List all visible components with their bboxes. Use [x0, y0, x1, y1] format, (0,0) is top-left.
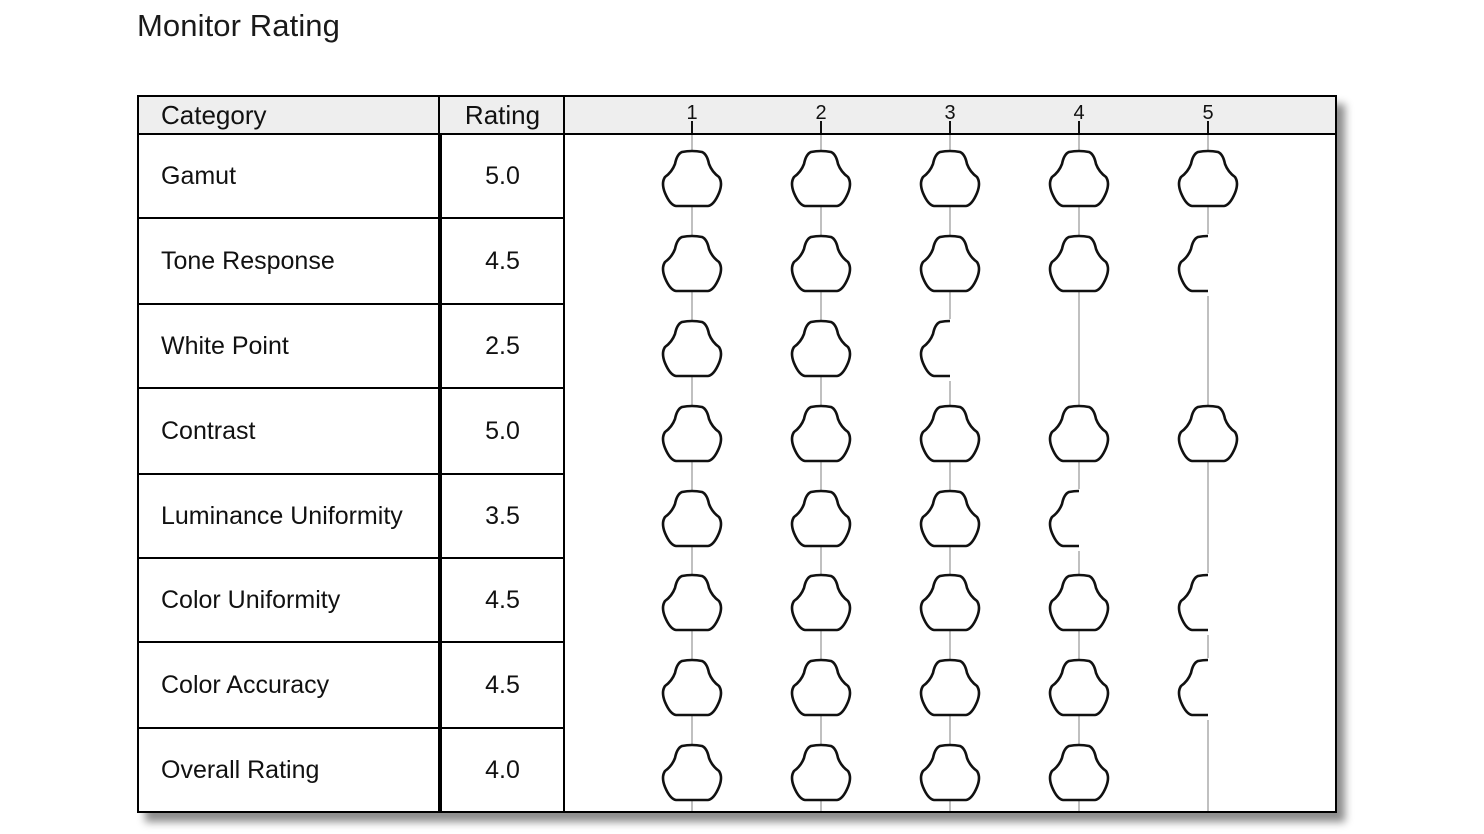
rating-knob-icon [790, 573, 852, 632]
rating-knob-icon [790, 234, 852, 293]
rating-icons-row [661, 149, 1239, 208]
rating-knob-icon [1177, 149, 1239, 208]
half-icon-mask [1207, 573, 1241, 635]
table-row: White Point [139, 305, 440, 389]
rating-knob-icon [1048, 658, 1110, 717]
rating-knob-icon [1048, 743, 1110, 802]
rating-knob-icon [661, 743, 723, 802]
rating-value: 3.5 [485, 502, 520, 530]
category-label: Color Uniformity [161, 586, 341, 614]
rating-knob-icon [661, 234, 723, 293]
rating-knob-icon [919, 234, 981, 293]
table-row: Color Uniformity [139, 559, 440, 643]
rating-knob-icon [919, 658, 981, 717]
rating-cell: 2.5 [440, 305, 565, 389]
rating-icons-row [661, 743, 1110, 802]
rating-knob-icon [1048, 573, 1110, 632]
rating-icons-row [661, 658, 1241, 720]
half-icon-mask [1207, 658, 1241, 720]
rating-knob-icon [661, 404, 723, 463]
rating-icons-row [661, 234, 1241, 296]
category-label: Contrast [161, 417, 256, 445]
rating-icons-row [661, 404, 1239, 463]
rating-knob-icon [661, 319, 723, 378]
rating-knob-icon [790, 404, 852, 463]
rating-value: 4.5 [485, 671, 520, 699]
rating-knob-icon [919, 489, 981, 548]
rating-cell: 4.0 [440, 729, 565, 813]
category-label: Overall Rating [161, 756, 320, 784]
tick-label: 2 [815, 102, 826, 124]
rating-cell: 4.5 [440, 219, 565, 305]
rating-cell: 5.0 [440, 389, 565, 475]
rating-value: 4.5 [485, 586, 520, 614]
rating-knob-icon [1177, 404, 1239, 463]
category-label: Tone Response [161, 247, 335, 275]
header-rating: Rating [464, 100, 541, 130]
rating-knob-icon [790, 743, 852, 802]
rating-knob-icon [790, 149, 852, 208]
rating-knob-icon [919, 149, 981, 208]
rating-knob-icon [661, 573, 723, 632]
table-row: Luminance Uniformity [139, 475, 440, 559]
rating-value: 5.0 [485, 162, 520, 190]
rating-knob-icon [790, 658, 852, 717]
tick-label: 1 [686, 102, 697, 124]
rating-knob-icon [1048, 234, 1110, 293]
table-row: Color Accuracy [139, 643, 440, 729]
rating-knob-icon [1048, 149, 1110, 208]
rating-knob-icon [661, 149, 723, 208]
table-row: Contrast [139, 389, 440, 475]
rating-icons-row [661, 319, 983, 381]
rating-knob-icon [919, 404, 981, 463]
half-icon-mask [949, 319, 983, 381]
tick-label: 5 [1202, 102, 1213, 124]
table-row: Gamut [139, 135, 440, 219]
rating-table: Category Rating Gamut 5.0 Tone Response 4.5… [137, 95, 1337, 813]
rating-value: 4.5 [485, 247, 520, 275]
rating-cell: 4.5 [440, 643, 565, 729]
rating-chart: 1 2 3 4 5 [661, 102, 1241, 811]
table-row: Overall Rating [139, 729, 440, 813]
rating-cell: 4.5 [440, 559, 565, 643]
rating-knob-icon [661, 658, 723, 717]
rating-table-grid: Category Rating Gamut 5.0 Tone Response 4.5… [137, 95, 1337, 813]
category-label: Color Accuracy [161, 671, 330, 699]
rating-icons-row [661, 489, 1112, 551]
rating-knob-icon [919, 743, 981, 802]
rating-value: 4.0 [485, 756, 520, 784]
half-icon-mask [1078, 489, 1112, 551]
page-title: Monitor Rating [137, 8, 340, 43]
rating-knob-icon [919, 573, 981, 632]
category-label: White Point [161, 332, 289, 360]
rating-value: 5.0 [485, 417, 520, 445]
table-row: Tone Response [139, 219, 440, 305]
half-icon-mask [1207, 234, 1241, 296]
header-category: Category [161, 100, 267, 130]
rating-icons-row [661, 573, 1241, 635]
tick-label: 4 [1073, 102, 1084, 124]
rating-knob-icon [790, 319, 852, 378]
rating-cell: 5.0 [440, 135, 565, 219]
rating-cell: 3.5 [440, 475, 565, 559]
rating-value: 2.5 [485, 332, 520, 360]
category-label: Luminance Uniformity [161, 502, 403, 530]
rating-knob-icon [790, 489, 852, 548]
rating-knob-icon [661, 489, 723, 548]
rating-knob-icon [1048, 404, 1110, 463]
tick-label: 3 [944, 102, 955, 124]
column-divider [438, 97, 440, 811]
category-label: Gamut [161, 162, 237, 190]
